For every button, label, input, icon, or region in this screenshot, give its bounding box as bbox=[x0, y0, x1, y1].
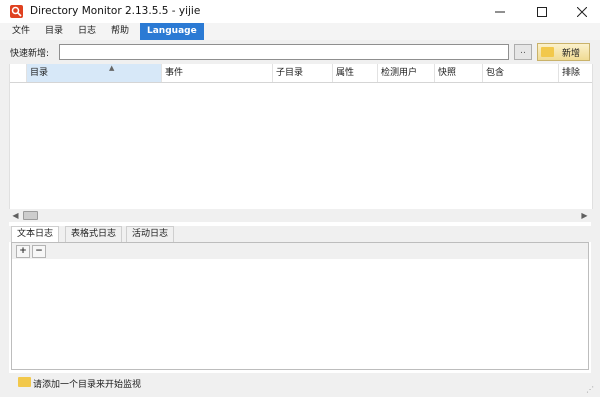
browse-button[interactable]: .. bbox=[514, 44, 532, 60]
quick-add-input[interactable] bbox=[59, 44, 509, 60]
scrollbar-thumb[interactable] bbox=[23, 211, 38, 220]
status-text: 请添加一个目录来开始监视 bbox=[33, 380, 142, 390]
folder-icon bbox=[18, 377, 31, 387]
resize-grip-icon[interactable]: ⋰ bbox=[586, 385, 594, 394]
column-head-subdirectory[interactable]: 子目录 bbox=[273, 64, 333, 82]
table-header: 目录 ▲ 事件 子目录 属性 检测用户 快照 包含 排除 bbox=[10, 64, 592, 83]
scroll-right-icon[interactable]: ▶ bbox=[578, 209, 591, 222]
column-head-exclude[interactable]: 排除 bbox=[559, 64, 592, 82]
tab-activity-log[interactable]: 活动日志 bbox=[126, 226, 175, 242]
log-toolbar: + − bbox=[12, 243, 588, 259]
status-bar: 请添加一个目录来开始监视 ⋰ bbox=[0, 373, 600, 397]
column-head-snapshot[interactable]: 快照 bbox=[435, 64, 483, 82]
tab-text-log[interactable]: 文本日志 bbox=[11, 226, 60, 243]
expand-button[interactable]: + bbox=[16, 245, 30, 258]
folder-icon bbox=[541, 47, 554, 57]
log-panel[interactable]: + − bbox=[11, 242, 589, 370]
add-button-label: 新增 bbox=[562, 49, 581, 59]
title-bar[interactable]: Directory Monitor 2.13.5.5 - yijie bbox=[0, 0, 600, 23]
column-head-attributes[interactable]: 属性 bbox=[333, 64, 378, 82]
menu-help[interactable]: 帮助 bbox=[104, 23, 136, 40]
quick-add-bar: 快速新增: .. bbox=[0, 40, 600, 64]
column-head-directory[interactable]: 目录 ▲ bbox=[27, 64, 162, 82]
app-logo-icon bbox=[10, 5, 23, 18]
menu-log[interactable]: 日志 bbox=[71, 23, 103, 40]
menu-bar: 文件 目录 日志 帮助 Language bbox=[0, 23, 600, 40]
horizontal-scrollbar[interactable]: ◀ ▶ bbox=[9, 209, 591, 222]
window-title: Directory Monitor 2.13.5.5 - yijie bbox=[30, 5, 201, 17]
log-tab-bar: 文本日志 表格式日志 活动日志 bbox=[9, 226, 591, 243]
add-button[interactable]: 新增 bbox=[537, 43, 590, 61]
close-button[interactable] bbox=[564, 0, 600, 23]
window-frame-left bbox=[0, 23, 9, 373]
minimize-button[interactable] bbox=[480, 0, 520, 23]
column-head-detect-user[interactable]: 检测用户 bbox=[378, 64, 435, 82]
column-head-event[interactable]: 事件 bbox=[162, 64, 273, 82]
directory-table[interactable]: 目录 ▲ 事件 子目录 属性 检测用户 快照 包含 排除 bbox=[9, 64, 593, 209]
menu-directory[interactable]: 目录 bbox=[38, 23, 70, 40]
collapse-button[interactable]: − bbox=[32, 245, 46, 258]
tab-table-log[interactable]: 表格式日志 bbox=[65, 226, 123, 242]
quick-add-label: 快速新增: bbox=[10, 49, 50, 59]
close-icon bbox=[577, 6, 587, 17]
scroll-left-icon[interactable]: ◀ bbox=[9, 209, 22, 222]
maximize-button[interactable] bbox=[522, 0, 562, 23]
menu-language[interactable]: Language bbox=[140, 23, 204, 40]
sort-ascending-icon: ▲ bbox=[109, 64, 115, 72]
column-head-include[interactable]: 包含 bbox=[483, 64, 559, 82]
column-label: 目录 bbox=[30, 68, 49, 78]
minimize-icon bbox=[495, 11, 505, 12]
maximize-icon bbox=[537, 6, 547, 17]
menu-file[interactable]: 文件 bbox=[5, 23, 37, 40]
column-head-indicator bbox=[10, 64, 27, 82]
